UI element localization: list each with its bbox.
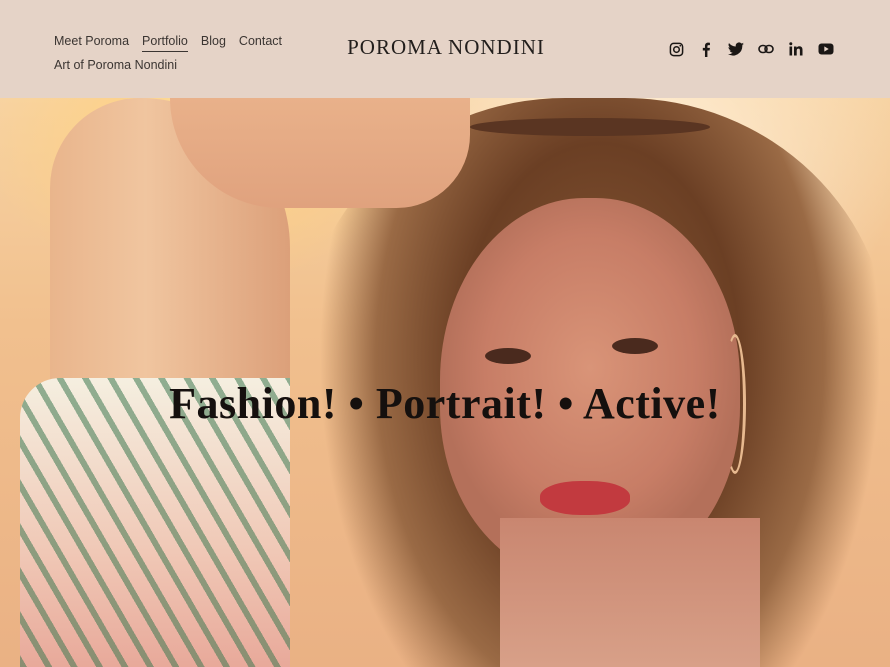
site-title[interactable]: POROMA NONDINI	[341, 35, 551, 60]
nav-link-contact[interactable]: Contact	[239, 33, 282, 49]
site-header: Meet Poroma Portfolio Blog Contact Art o…	[0, 0, 890, 98]
hero-image-headband	[470, 118, 710, 136]
link-icon[interactable]	[758, 39, 774, 59]
main-nav: Meet Poroma Portfolio Blog Contact Art o…	[54, 29, 294, 77]
instagram-icon[interactable]	[668, 39, 684, 59]
hero-image-neck	[500, 518, 760, 667]
nav-link-meet-poroma[interactable]: Meet Poroma	[54, 33, 129, 49]
nav-link-blog[interactable]: Blog	[201, 33, 226, 49]
social-links	[668, 39, 834, 59]
hero-image-eye-right	[612, 338, 658, 354]
linkedin-icon[interactable]	[788, 39, 804, 59]
hero-headline: Fashion! • Portrait! • Active!	[169, 379, 721, 428]
hero-image-lips	[540, 481, 630, 515]
nav-link-art-of-poroma[interactable]: Art of Poroma Nondini	[54, 57, 177, 73]
twitter-icon[interactable]	[728, 39, 744, 59]
nav-link-portfolio[interactable]: Portfolio	[142, 33, 188, 52]
youtube-icon[interactable]	[818, 39, 834, 59]
hero-image-eye-left	[485, 348, 531, 364]
facebook-icon[interactable]	[698, 39, 714, 59]
